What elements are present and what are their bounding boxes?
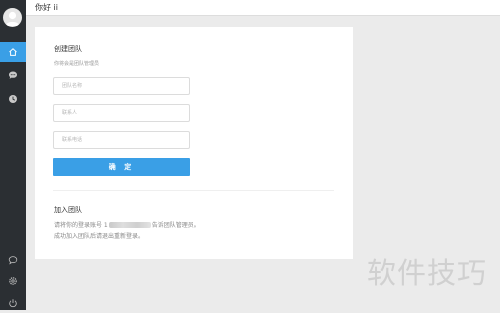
- section-divider: [53, 190, 334, 191]
- contact-input[interactable]: [53, 104, 190, 122]
- power-icon: [9, 299, 17, 308]
- nav-settings[interactable]: [0, 271, 26, 291]
- top-bar: 你好 ii: [26, 0, 500, 16]
- confirm-button-label: 确 定: [108, 163, 135, 171]
- nav-logout[interactable]: [0, 293, 26, 313]
- phone-input[interactable]: [53, 131, 190, 149]
- clock-icon: [9, 95, 17, 103]
- message-icon: [8, 256, 18, 265]
- join-team-title: 加入团队: [54, 206, 82, 214]
- join-instruction-prefix: 请将你的登录账号 1: [54, 222, 108, 229]
- nav-history[interactable]: [0, 89, 26, 109]
- home-icon: [9, 48, 17, 56]
- admin-hint: 你将会是团队管理员: [54, 61, 100, 67]
- redacted-account: [108, 222, 151, 228]
- greeting-text: 你好 ii: [35, 3, 58, 12]
- create-team-title: 创建团队: [54, 45, 82, 53]
- avatar[interactable]: [3, 8, 22, 27]
- join-instruction-suffix: 告诉团队管理员。: [151, 222, 200, 229]
- confirm-button[interactable]: 确 定: [53, 158, 190, 176]
- nav-home[interactable]: [0, 42, 26, 62]
- nav-chat[interactable]: [0, 65, 26, 85]
- sidebar: [0, 0, 26, 310]
- nav-messages[interactable]: [0, 250, 26, 270]
- team-card: 创建团队 你将会是团队管理员 确 定 加入团队 请将你的登录账号 1 告诉团队管理…: [35, 27, 353, 259]
- gear-icon: [9, 277, 17, 285]
- join-instruction-line: 请将你的登录账号 1 告诉团队管理员。: [54, 222, 200, 230]
- team-name-input[interactable]: [53, 77, 190, 95]
- user-avatar-icon: [5, 11, 20, 26]
- relogin-hint: 成功加入团队后请退出重新登录。: [54, 233, 145, 240]
- chat-bubble-icon: [9, 71, 17, 79]
- watermark: 软件技巧: [366, 256, 487, 290]
